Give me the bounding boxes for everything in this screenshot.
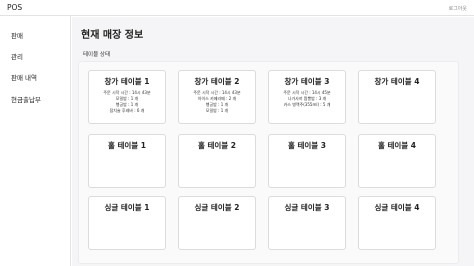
- app-title: POS: [7, 3, 23, 12]
- table-card-hall-1[interactable]: 홀 테이블 1: [88, 134, 166, 188]
- table-name: 창가 테이블 4: [374, 77, 420, 86]
- table-name: 싱글 테이블 4: [374, 203, 420, 212]
- sidebar-item-sales-history[interactable]: 판매 내역: [11, 72, 37, 82]
- table-name: 창가 테이블 2: [194, 77, 240, 86]
- order-line: 잠치술 후레바 : 6 개: [109, 108, 145, 113]
- table-card-window-4[interactable]: 창가 테이블 4: [358, 70, 436, 124]
- page-title: 현재 매장 정보: [81, 30, 144, 41]
- sidebar-item-management[interactable]: 관리: [11, 51, 23, 61]
- table-card-window-1[interactable]: 창가 테이블 1 주문 시작 시간 : 14시 43분 모밀밥 : 1 개 행궁…: [88, 70, 166, 124]
- section-label: 테이블 상태: [83, 52, 111, 58]
- table-name: 싱글 테이블 3: [284, 203, 330, 212]
- table-name: 홀 테이블 4: [377, 141, 417, 150]
- main-content: 현재 매장 정보 테이블 상태 창가 테이블 1 주문 시작 시간 : 14시 …: [72, 17, 474, 266]
- logout-button[interactable]: 로그아웃: [449, 5, 467, 12]
- table-card-single-2[interactable]: 싱글 테이블 2: [178, 196, 256, 250]
- table-name: 창가 테이블 3: [284, 77, 330, 86]
- table-card-window-2[interactable]: 창가 테이블 2 주문 시작 시간 : 14시 43분 아이스 카페라떼 : 2…: [178, 70, 256, 124]
- table-card-hall-4[interactable]: 홀 테이블 4: [358, 134, 436, 188]
- table-card-single-4[interactable]: 싱글 테이블 4: [358, 196, 436, 250]
- table-name: 홀 테이블 2: [197, 141, 237, 150]
- table-name: 싱글 테이블 1: [104, 203, 150, 212]
- table-name: 홀 테이블 1: [107, 141, 147, 150]
- table-name: 홀 테이블 3: [287, 141, 327, 150]
- table-card-single-1[interactable]: 싱글 테이블 1: [88, 196, 166, 250]
- table-name: 창가 테이블 1: [104, 77, 150, 86]
- table-grid: 창가 테이블 1 주문 시작 시간 : 14시 43분 모밀밥 : 1 개 행궁…: [78, 61, 459, 264]
- table-card-hall-3[interactable]: 홀 테이블 3: [268, 134, 346, 188]
- sidebar: 판매 관리 판매 내역 현금출납부: [0, 16, 71, 266]
- table-card-hall-2[interactable]: 홀 테이블 2: [178, 134, 256, 188]
- sidebar-item-cashbook[interactable]: 현금출납부: [11, 94, 41, 104]
- sidebar-item-sales[interactable]: 판매: [11, 30, 23, 40]
- top-bar: POS 로그아웃: [0, 0, 474, 16]
- table-card-single-3[interactable]: 싱글 테이블 3: [268, 196, 346, 250]
- order-line: 모밀밥 : 1 개: [205, 108, 229, 113]
- table-name: 싱글 테이블 2: [194, 203, 240, 212]
- order-line: 카스 병맥주(355ml) : 5 개: [283, 102, 331, 107]
- table-card-window-3[interactable]: 창가 테이블 3 주문 시작 시간 : 14시 45분 나가사끼 짬뽕밥 : 3…: [268, 70, 346, 124]
